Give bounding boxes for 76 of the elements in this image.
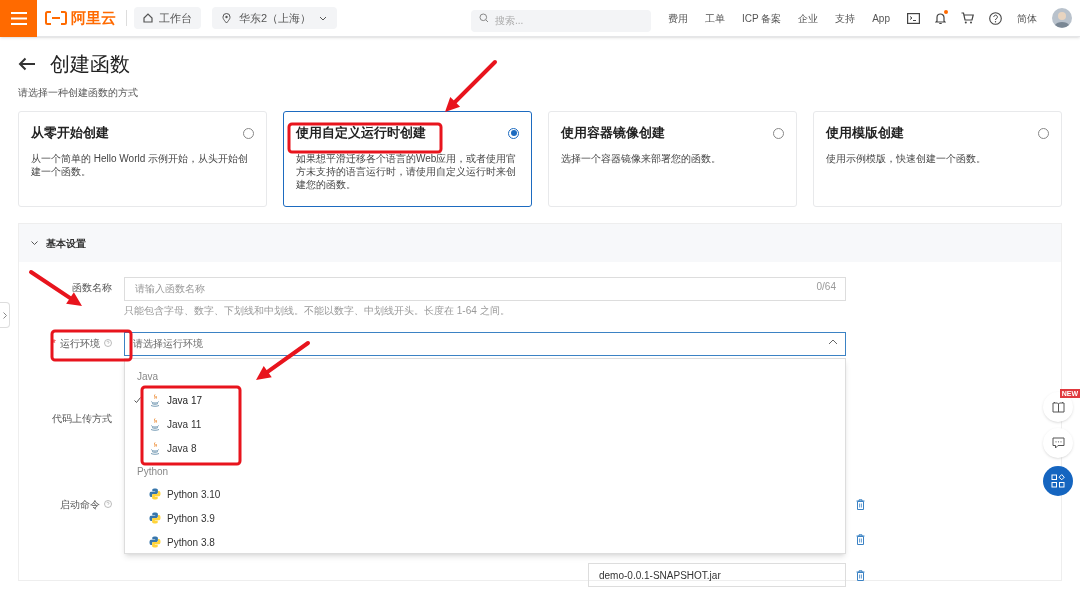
card-title: 使用容器镜像创建 — [561, 125, 665, 141]
runtime-option[interactable]: Python 3.8 — [125, 530, 845, 554]
back-arrow-icon[interactable] — [18, 57, 36, 71]
feedback-button[interactable] — [1043, 428, 1073, 458]
nav-link[interactable]: ICP 备案 — [741, 10, 782, 26]
section-title: 基本设置 — [46, 236, 86, 251]
region-selector[interactable]: 华东2（上海） — [212, 7, 338, 29]
menu-button[interactable] — [0, 0, 37, 37]
group-label: Java — [136, 369, 159, 384]
logo-text: 阿里云 — [71, 7, 116, 28]
character-counter: 0/64 — [816, 281, 836, 293]
file-name-field[interactable]: demo-0.0.1-SNAPSHOT.jar — [588, 563, 846, 587]
field-label: 代码上传方式 — [52, 411, 112, 426]
nav-link[interactable]: App — [872, 10, 890, 26]
group-label: Python — [136, 464, 169, 479]
menu-icon — [10, 11, 27, 25]
card-description: 选择一个容器镜像来部署您的函数。 — [561, 152, 722, 165]
help-icon[interactable] — [989, 11, 1002, 25]
chevron-right-icon — [2, 311, 7, 319]
field-hint: 只能包含字母、数字、下划线和中划线。不能以数字、中划线开头。长度在 1-64 之间。 — [124, 304, 510, 318]
chat-icon — [1051, 437, 1065, 449]
method-card[interactable]: 使用容器镜像创建 选择一个容器镜像来部署您的函数。 — [548, 111, 797, 207]
method-card[interactable]: 使用自定义运行时创建 如果想平滑迁移各个语言的Web应用，或者使用官方未支持的语言运行时，请使用自定义运行时来创建您的函数。 — [283, 111, 532, 207]
location-pin-icon — [222, 12, 231, 24]
apps-icon — [1051, 474, 1065, 488]
card-title: 使用模版创建 — [826, 125, 904, 141]
card-title: 使用自定义运行时创建 — [296, 125, 426, 141]
python-icon — [148, 536, 161, 549]
runtime-option[interactable]: Java 11 — [125, 412, 845, 437]
nav-link[interactable]: 支持 — [835, 10, 856, 26]
bell-icon[interactable] — [935, 11, 946, 25]
field-label: 启动命令 — [60, 497, 100, 512]
annotation-arrow — [29, 270, 82, 306]
book-icon — [1051, 401, 1065, 413]
field-label: 运行环境 — [60, 336, 100, 351]
method-card[interactable]: 从零开始创建 从一个简单的 Hello World 示例开始，从头开始创建一个函数。 — [18, 111, 267, 207]
page-title: 创建函数 — [50, 52, 130, 77]
runtime-option[interactable]: Java 8 — [125, 436, 845, 461]
section-header[interactable]: 基本设置 — [19, 224, 1061, 262]
search-icon — [478, 13, 489, 23]
chevron-down-icon — [319, 15, 328, 21]
delete-icon[interactable] — [856, 498, 865, 510]
avatar-icon[interactable] — [1052, 8, 1072, 28]
coffee-cup-icon — [149, 417, 160, 431]
cart-icon[interactable] — [961, 12, 974, 24]
language-button[interactable]: 简体 — [1017, 10, 1037, 26]
search-field[interactable]: 搜索... — [470, 9, 651, 32]
runtime-option[interactable]: Python 3.10 — [125, 482, 845, 507]
nav-link[interactable]: 费用 — [667, 10, 688, 26]
logo-icon — [45, 11, 67, 25]
runtime-select[interactable]: 请选择运行环境 — [124, 331, 846, 356]
card-title: 从零开始创建 — [31, 125, 109, 141]
annotation-arrow — [256, 341, 310, 380]
delete-icon[interactable] — [856, 533, 865, 545]
coffee-cup-icon — [149, 393, 160, 407]
page-subtitle: 请选择一种创建函数的方式 — [18, 86, 139, 100]
annotation-arrow — [445, 60, 497, 112]
terminal-icon[interactable] — [907, 12, 920, 24]
workbench-button[interactable]: 工作台 — [134, 7, 201, 29]
sidebar-toggle[interactable] — [0, 302, 10, 328]
card-description: 使用示例模版，快速创建一个函数。 — [826, 152, 987, 165]
runtime-option[interactable]: Java 17 — [125, 388, 845, 413]
method-card[interactable]: 使用模版创建 使用示例模版，快速创建一个函数。 — [813, 111, 1062, 207]
apps-button[interactable] — [1043, 466, 1073, 496]
home-icon — [143, 13, 153, 23]
runtime-option[interactable]: Python 3.9 — [125, 506, 845, 531]
python-icon — [148, 512, 161, 525]
coffee-cup-icon — [149, 441, 160, 455]
python-icon — [148, 488, 161, 501]
field-label: 函数名称 — [72, 280, 112, 295]
nav-link[interactable]: 工单 — [704, 10, 725, 26]
card-description: 如果想平滑迁移各个语言的Web应用，或者使用官方未支持的语言运行时，请使用自定义运行时来创建您的函数。 — [296, 152, 518, 191]
nav-link[interactable]: 企业 — [798, 10, 819, 26]
chevron-up-icon — [828, 339, 838, 346]
card-description: 从一个简单的 Hello World 示例开始，从头开始创建一个函数。 — [31, 152, 250, 178]
delete-icon[interactable] — [856, 569, 865, 581]
